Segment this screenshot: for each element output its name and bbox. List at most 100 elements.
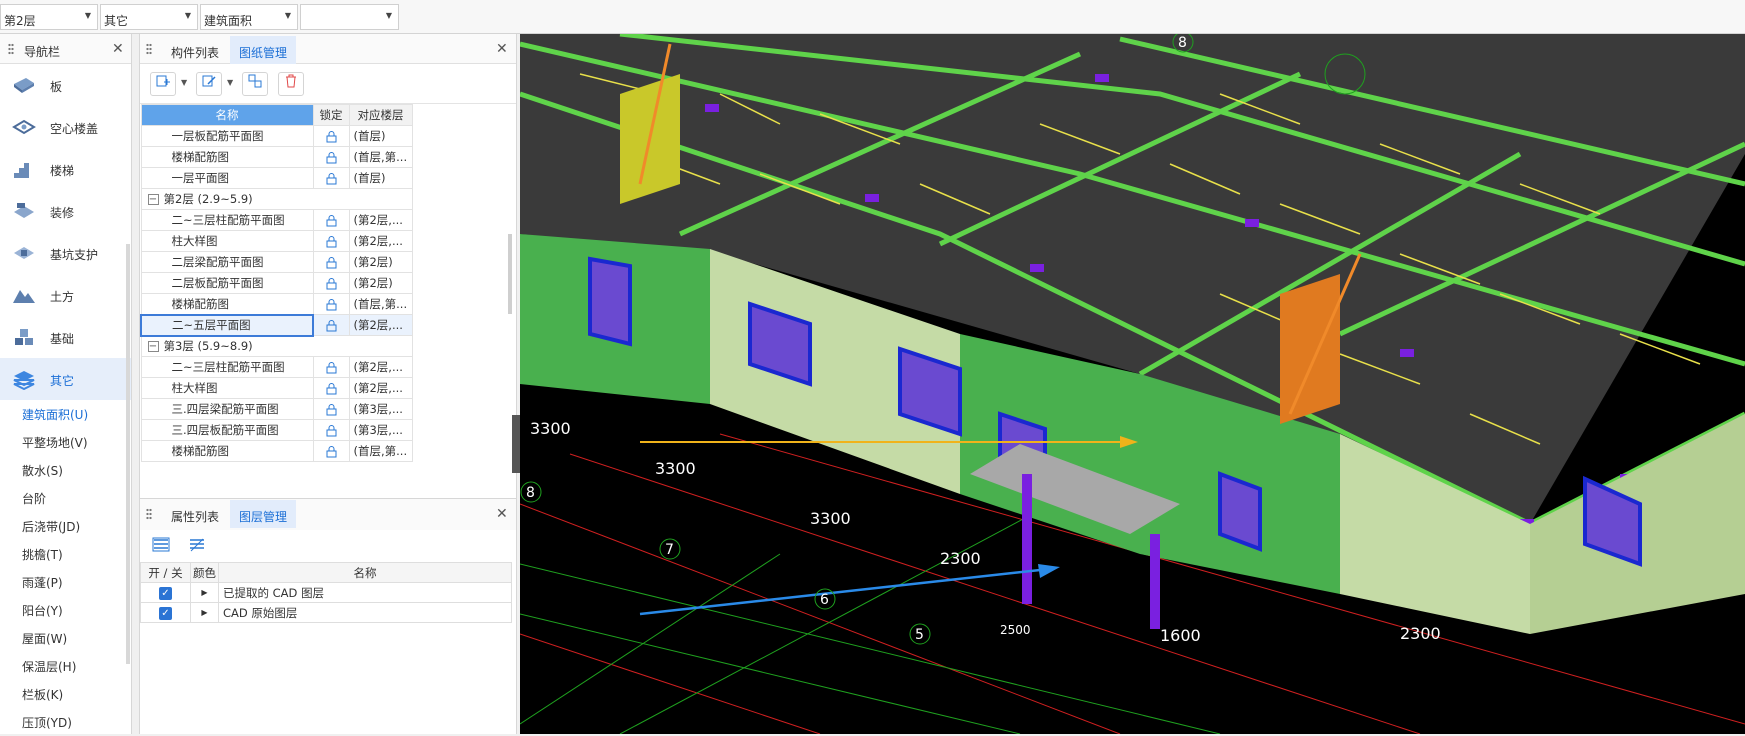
instance-select[interactable]: ▼	[300, 4, 399, 30]
column-header-color[interactable]: 颜色	[190, 562, 219, 583]
3d-viewport[interactable]: 3300 3300 3300 2300 1600 2300 2500 8 7 8…	[520, 34, 1745, 734]
nav-item-pit-support[interactable]: 基坑支护	[0, 232, 131, 274]
column-header-toggle[interactable]: 开 / 关	[140, 562, 191, 583]
drawing-row[interactable]: 楼梯配筋图 (首层,第...	[140, 293, 413, 315]
lock-icon[interactable]	[326, 172, 337, 185]
nav-item-earthwork[interactable]: 土方	[0, 274, 131, 316]
drawing-name: 三.四层梁配筋平面图	[140, 398, 314, 420]
lock-icon[interactable]	[326, 361, 337, 374]
lock-icon[interactable]	[326, 277, 337, 290]
edit-drawing-button[interactable]	[196, 72, 222, 96]
show-all-layers-button[interactable]	[148, 537, 174, 561]
hide-all-layers-button[interactable]	[184, 537, 210, 561]
drag-handle-icon[interactable]	[8, 43, 14, 55]
nav-scrollbar[interactable]	[126, 244, 130, 664]
nav-subitem[interactable]: 挑檐(T)	[0, 540, 131, 568]
nav-subitem[interactable]: 雨蓬(P)	[0, 568, 131, 596]
column-header-lock[interactable]: 锁定	[312, 104, 350, 126]
column-header-floor[interactable]: 对应楼层	[348, 104, 413, 126]
drawing-name: 二层板配筋平面图	[140, 272, 314, 294]
expand-triangle-icon[interactable]: ▶	[201, 608, 207, 617]
drawing-row[interactable]: 三.四层梁配筋平面图 (第3层,...	[140, 398, 413, 420]
nav-item-foundation[interactable]: 基础	[0, 316, 131, 358]
nav-subitem[interactable]: 台阶	[0, 484, 131, 512]
layer-row[interactable]: ✓ ▶ 已提取的 CAD 图层	[140, 582, 512, 603]
drawing-table-scrollbar[interactable]	[508, 234, 512, 314]
nav-item-label: 板	[50, 80, 63, 94]
add-drawing-button[interactable]	[150, 72, 176, 96]
drag-handle-icon[interactable]	[146, 508, 152, 520]
close-icon[interactable]: ✕	[112, 41, 124, 57]
nav-subitem[interactable]: 屋面(W)	[0, 624, 131, 652]
floor-select[interactable]: 第2层 ▼	[0, 4, 98, 30]
nav-item-hollow-floor[interactable]: 空心楼盖	[0, 106, 131, 148]
drawing-row[interactable]: 三.四层板配筋平面图 (第3层,...	[140, 419, 413, 441]
lock-icon[interactable]	[326, 256, 337, 269]
close-icon[interactable]: ✕	[496, 506, 508, 522]
lock-icon[interactable]	[326, 130, 337, 143]
lock-icon[interactable]	[326, 319, 337, 332]
drawing-row[interactable]: 二~三层柱配筋平面图 (第2层,...	[140, 209, 413, 231]
drawing-floor: (首层,第...	[348, 440, 413, 462]
lock-icon[interactable]	[326, 382, 337, 395]
tab-drawing-management[interactable]: 图纸管理	[230, 36, 297, 64]
nav-item-other[interactable]: 其它	[0, 358, 131, 400]
nav-item-decoration[interactable]: 装修	[0, 190, 131, 232]
drawing-row[interactable]: 二层板配筋平面图 (第2层)	[140, 272, 413, 294]
nav-item-stair[interactable]: 楼梯	[0, 148, 131, 190]
drawing-row[interactable]: 二层梁配筋平面图 (第2层)	[140, 251, 413, 273]
arrow-head-icon	[1038, 564, 1060, 578]
category-select[interactable]: 其它 ▼	[100, 4, 198, 30]
lock-icon[interactable]	[326, 214, 337, 227]
floor-group-row[interactable]: − 第2层 (2.9~5.9)	[140, 188, 413, 210]
nav-item-slab[interactable]: 板	[0, 64, 131, 106]
floor-group-row[interactable]: − 第3层 (5.9~8.9)	[140, 335, 413, 357]
nav-subitem[interactable]: 阳台(Y)	[0, 596, 131, 624]
lock-icon[interactable]	[326, 151, 337, 164]
collapse-icon[interactable]: −	[147, 194, 159, 205]
lock-icon[interactable]	[326, 424, 337, 437]
nav-subitem[interactable]: 压顶(YD)	[0, 708, 131, 736]
lock-icon[interactable]	[326, 235, 337, 248]
nav-subitem[interactable]: 散水(S)	[0, 456, 131, 484]
chevron-down-icon[interactable]: ▼	[227, 78, 233, 87]
drawing-row[interactable]: 一层平面图 (首层)	[140, 167, 413, 189]
nav-subitem[interactable]: 后浇带(JD)	[0, 512, 131, 540]
drawing-row[interactable]: 一层板配筋平面图 (首层)	[140, 125, 413, 147]
tab-component-list[interactable]: 构件列表	[162, 36, 228, 64]
drawing-row[interactable]: 楼梯配筋图 (首层,第...	[140, 146, 413, 168]
lock-icon[interactable]	[326, 445, 337, 458]
drawing-row[interactable]: 柱大样图 (第2层,...	[140, 377, 413, 399]
floor-group-label: 第3层 (5.9~8.9)	[163, 339, 253, 354]
split-drawing-button[interactable]	[242, 72, 268, 96]
drawing-row[interactable]: 柱大样图 (第2层,...	[140, 230, 413, 252]
column-header-name[interactable]: 名称	[140, 104, 314, 126]
collapse-icon[interactable]: −	[147, 341, 159, 353]
component-select[interactable]: 建筑面积 ▼	[200, 4, 298, 30]
drawing-row[interactable]: 二~三层柱配筋平面图 (第2层,...	[140, 356, 413, 378]
lock-cell	[312, 419, 350, 441]
drag-handle-icon[interactable]	[146, 43, 152, 55]
drawing-row[interactable]: 楼梯配筋图 (首层,第...	[140, 440, 413, 462]
column-header-layer-name[interactable]: 名称	[218, 562, 512, 583]
lock-icon[interactable]	[326, 403, 337, 416]
lock-icon[interactable]	[326, 298, 337, 311]
nav-item-label: 土方	[50, 290, 75, 304]
panel-collapse-handle[interactable]	[512, 415, 520, 473]
checkbox-checked-icon[interactable]: ✓	[159, 607, 172, 620]
checkbox-checked-icon[interactable]: ✓	[159, 587, 172, 600]
nav-item-label: 基坑支护	[50, 248, 99, 262]
layer-expand-cell: ▶	[190, 582, 219, 603]
close-icon[interactable]: ✕	[496, 41, 508, 57]
chevron-down-icon[interactable]: ▼	[181, 78, 187, 87]
tab-property-list[interactable]: 属性列表	[162, 500, 228, 528]
nav-subitem[interactable]: 保温层(H)	[0, 652, 131, 680]
nav-subitem[interactable]: 建筑面积(U)	[0, 400, 131, 428]
layer-row[interactable]: ✓ ▶ CAD 原始图层	[140, 602, 512, 623]
delete-drawing-button[interactable]	[278, 72, 304, 96]
tab-layer-management[interactable]: 图层管理	[230, 500, 297, 528]
expand-triangle-icon[interactable]: ▶	[201, 588, 207, 597]
drawing-row[interactable]: 二~五层平面图 (第2层,...	[140, 313, 413, 337]
nav-subitem[interactable]: 平整场地(V)	[0, 428, 131, 456]
nav-subitem[interactable]: 栏板(K)	[0, 680, 131, 708]
